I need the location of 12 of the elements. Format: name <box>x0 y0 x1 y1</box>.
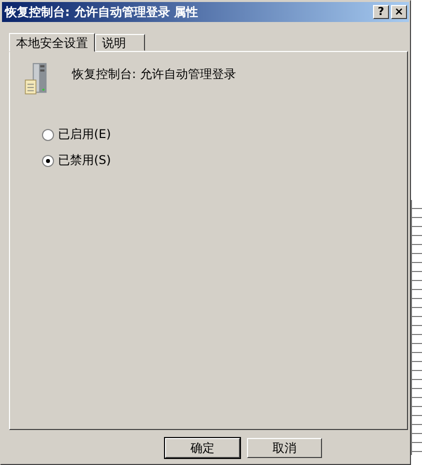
option-label[interactable]: 已启用(E) <box>58 126 111 143</box>
window-title: 恢复控制台: 允许自动管理登录 属性 <box>5 4 198 20</box>
option-label[interactable]: 已禁用(S) <box>58 152 111 169</box>
tab[interactable]: 本地安全设置 <box>9 33 95 52</box>
help-button[interactable]: ? <box>373 5 389 19</box>
close-button[interactable]: × <box>391 5 407 19</box>
radio-button[interactable] <box>42 128 54 140</box>
ok-button[interactable]: 确定 <box>165 438 240 458</box>
policy-name: 恢复控制台: 允许自动管理登录 <box>72 66 236 83</box>
radio-button[interactable] <box>42 154 54 166</box>
tab[interactable]: 说明 <box>95 34 145 51</box>
cancel-button[interactable]: 取消 <box>247 438 322 458</box>
